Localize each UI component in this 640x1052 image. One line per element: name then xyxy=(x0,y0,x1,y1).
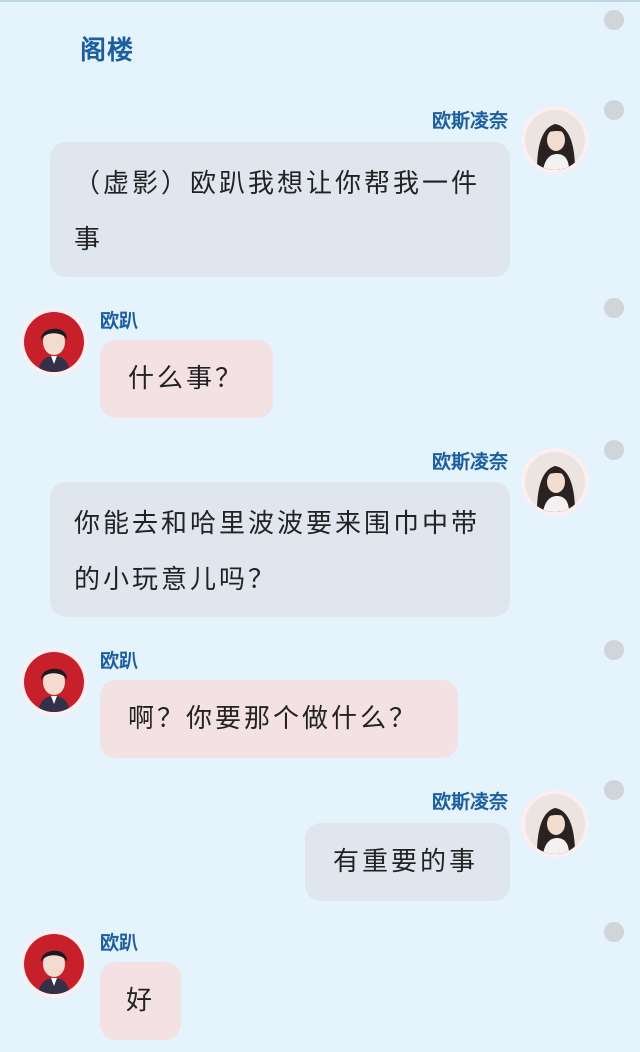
message-bubble: 有重要的事 xyxy=(305,823,510,901)
avatar-male[interactable] xyxy=(20,648,88,716)
rail-dot xyxy=(604,640,624,660)
message-bubble: 啊？你要那个做什么？ xyxy=(100,680,458,758)
sender-name: 欧斯凌奈 xyxy=(431,791,508,813)
rail-dot xyxy=(604,100,624,120)
rail-dot xyxy=(604,780,624,800)
rail-dot xyxy=(604,922,624,942)
sender-name: 欧趴 xyxy=(100,310,139,332)
message-bubble: 你能去和哈里波波要来围巾中带的小玩意儿吗？ xyxy=(50,482,510,617)
message-bubble: 好 xyxy=(100,962,181,1040)
rail-dot xyxy=(604,10,624,30)
avatar-female[interactable] xyxy=(521,790,589,858)
rail-dot xyxy=(604,298,624,318)
rail-dot xyxy=(604,440,624,460)
avatar-female[interactable] xyxy=(521,106,589,174)
page-title: 阁楼 xyxy=(80,36,135,66)
sender-name: 欧斯凌奈 xyxy=(431,451,508,473)
avatar-male[interactable] xyxy=(20,930,88,998)
top-divider xyxy=(0,0,640,2)
avatar-female[interactable] xyxy=(521,448,589,516)
avatar-male[interactable] xyxy=(20,308,88,376)
sender-name: 欧趴 xyxy=(100,650,139,672)
message-bubble: 什么事？ xyxy=(100,340,273,418)
sender-name: 欧趴 xyxy=(100,932,139,954)
sender-name: 欧斯凌奈 xyxy=(431,110,508,132)
message-bubble: （虚影）欧趴我想让你帮我一件事 xyxy=(50,142,510,277)
